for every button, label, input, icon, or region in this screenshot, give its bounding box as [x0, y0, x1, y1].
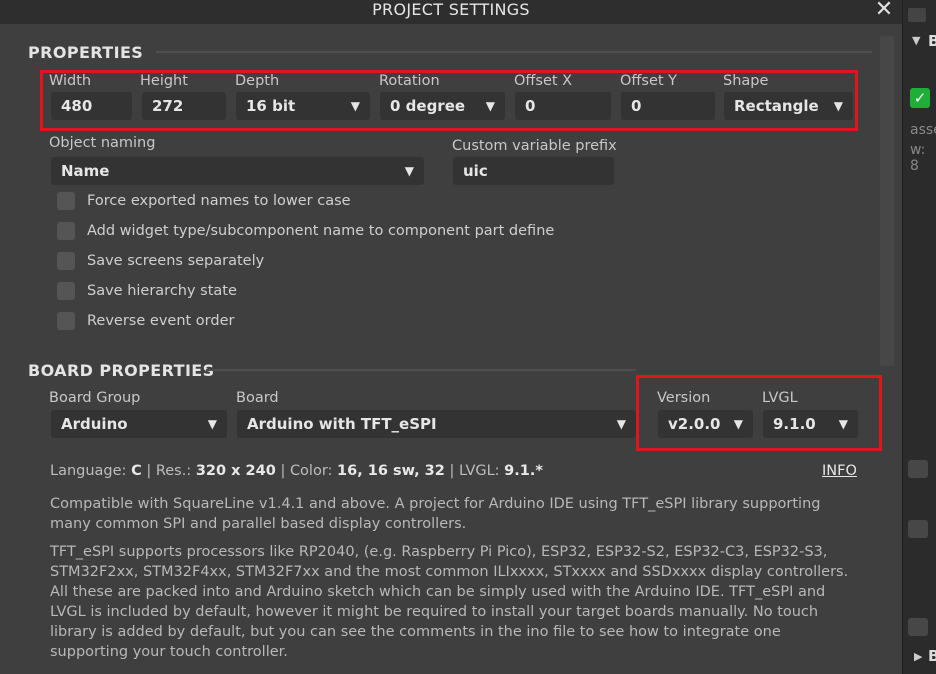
close-icon[interactable]: ✕ — [870, 0, 898, 23]
lvgl-label: LVGL — [762, 390, 798, 406]
chevron-down-icon: ▼ — [207, 417, 217, 431]
board-description: Compatible with SquareLine v1.4.1 and ab… — [50, 496, 821, 532]
board-group-value: Arduino — [61, 415, 128, 433]
board-dropdown[interactable]: Arduino with TFT_eSPI ▼ — [237, 410, 636, 438]
offset-x-label: Offset X — [514, 73, 573, 89]
force-lowercase-checkbox[interactable] — [57, 192, 75, 210]
chevron-down-icon: ▼ — [485, 99, 495, 113]
object-naming-label: Object naming — [49, 135, 156, 151]
board-group-label: Board Group — [49, 390, 141, 406]
reverse-event-order-checkbox[interactable] — [57, 312, 75, 330]
offset-y-input[interactable]: 0 — [621, 92, 715, 120]
collapse-arrow-icon[interactable]: ▼ — [912, 34, 920, 47]
shape-label: Shape — [723, 73, 769, 89]
offset-x-input[interactable]: 0 — [515, 92, 611, 120]
version-label: Version — [657, 390, 711, 406]
save-screens-separately-checkbox[interactable] — [57, 252, 75, 270]
board-details: TFT_eSPI supports processors like RP2040… — [50, 544, 849, 660]
language-label: Language: — [50, 463, 127, 479]
lvgl-summary-label: LVGL: — [458, 463, 500, 479]
separator: | — [449, 463, 455, 479]
prefix-label: Custom variable prefix — [452, 138, 617, 154]
checkbox-label: Force exported names to lower case — [87, 193, 351, 209]
color-value: 16, 16 sw, 32 — [337, 463, 445, 479]
object-naming-dropdown[interactable]: Name ▼ — [51, 157, 424, 185]
shape-value: Rectangle — [734, 97, 819, 115]
info-link[interactable]: INFO — [822, 463, 857, 479]
background-section-title: B — [928, 32, 936, 50]
object-naming-value: Name — [61, 162, 110, 180]
rotation-label: Rotation — [379, 73, 440, 89]
chevron-down-icon: ▼ — [838, 417, 848, 431]
chevron-down-icon: ▼ — [350, 99, 360, 113]
width-label: Width — [49, 73, 92, 89]
board-summary: Language: C | Res.: 320 x 240 | Color: 1… — [50, 463, 543, 479]
board-group-dropdown[interactable]: Arduino ▼ — [51, 410, 227, 438]
resolution-label: Res.: — [155, 463, 192, 479]
depth-value: 16 bit — [246, 97, 296, 115]
background-inspector-panel: ▼ B ✓ asse w: 8 ▶ B — [902, 0, 936, 674]
board-value: Arduino with TFT_eSPI — [247, 415, 437, 433]
height-label: Height — [140, 73, 188, 89]
background-checkbox[interactable] — [908, 460, 928, 478]
rotation-value: 0 degree — [390, 97, 466, 115]
height-input[interactable]: 272 — [142, 92, 226, 120]
lvgl-dropdown[interactable]: 9.1.0 ▼ — [763, 410, 858, 438]
version-dropdown[interactable]: v2.0.0 ▼ — [658, 410, 753, 438]
section-divider — [206, 369, 636, 371]
expand-arrow-icon[interactable]: ▶ — [914, 650, 922, 663]
lvgl-summary-value: 9.1.* — [504, 463, 543, 479]
checkbox-label: Reverse event order — [87, 313, 235, 329]
pane-divider — [902, 0, 903, 674]
depth-label: Depth — [235, 73, 280, 89]
save-hierarchy-state-checkbox[interactable] — [57, 282, 75, 300]
checkbox-label: Add widget type/subcomponent name to com… — [87, 223, 555, 239]
lvgl-value: 9.1.0 — [773, 415, 816, 433]
background-checkbox[interactable] — [908, 8, 926, 22]
separator: | — [280, 463, 286, 479]
chevron-down-icon: ▼ — [733, 417, 743, 431]
properties-section-title: PROPERTIES — [28, 43, 144, 62]
color-label: Color: — [289, 463, 333, 479]
language-value: C — [131, 463, 142, 479]
background-text: w: 8 — [910, 142, 926, 174]
section-divider — [156, 51, 872, 53]
dialog-title: PROJECT SETTINGS — [372, 0, 530, 19]
background-checkbox[interactable] — [908, 520, 928, 538]
width-input[interactable]: 480 — [51, 92, 132, 120]
add-widget-type-checkbox[interactable] — [57, 222, 75, 240]
chevron-down-icon: ▼ — [404, 164, 414, 178]
prefix-input[interactable]: uic — [453, 157, 614, 185]
board-properties-section-title: BOARD PROPERTIES — [28, 361, 215, 380]
project-settings-dialog: PROJECT SETTINGS ✕ PROPERTIES Width 480 … — [0, 0, 902, 674]
shape-dropdown[interactable]: Rectangle ▼ — [724, 92, 853, 120]
background-checkbox[interactable] — [908, 618, 928, 636]
version-value: v2.0.0 — [668, 415, 721, 433]
resolution-value: 320 x 240 — [195, 463, 276, 479]
checkbox-label: Save screens separately — [87, 253, 265, 269]
separator: | — [146, 463, 152, 479]
background-section-title: B — [928, 647, 936, 665]
depth-dropdown[interactable]: 16 bit ▼ — [236, 92, 370, 120]
checkmark-icon[interactable]: ✓ — [910, 88, 930, 108]
scrollbar[interactable] — [880, 36, 894, 366]
rotation-dropdown[interactable]: 0 degree ▼ — [380, 92, 505, 120]
background-text: asse — [910, 122, 936, 138]
board-label: Board — [236, 390, 279, 406]
chevron-down-icon: ▼ — [616, 417, 626, 431]
offset-y-label: Offset Y — [620, 73, 678, 89]
chevron-down-icon: ▼ — [833, 99, 843, 113]
checkbox-label: Save hierarchy state — [87, 283, 237, 299]
